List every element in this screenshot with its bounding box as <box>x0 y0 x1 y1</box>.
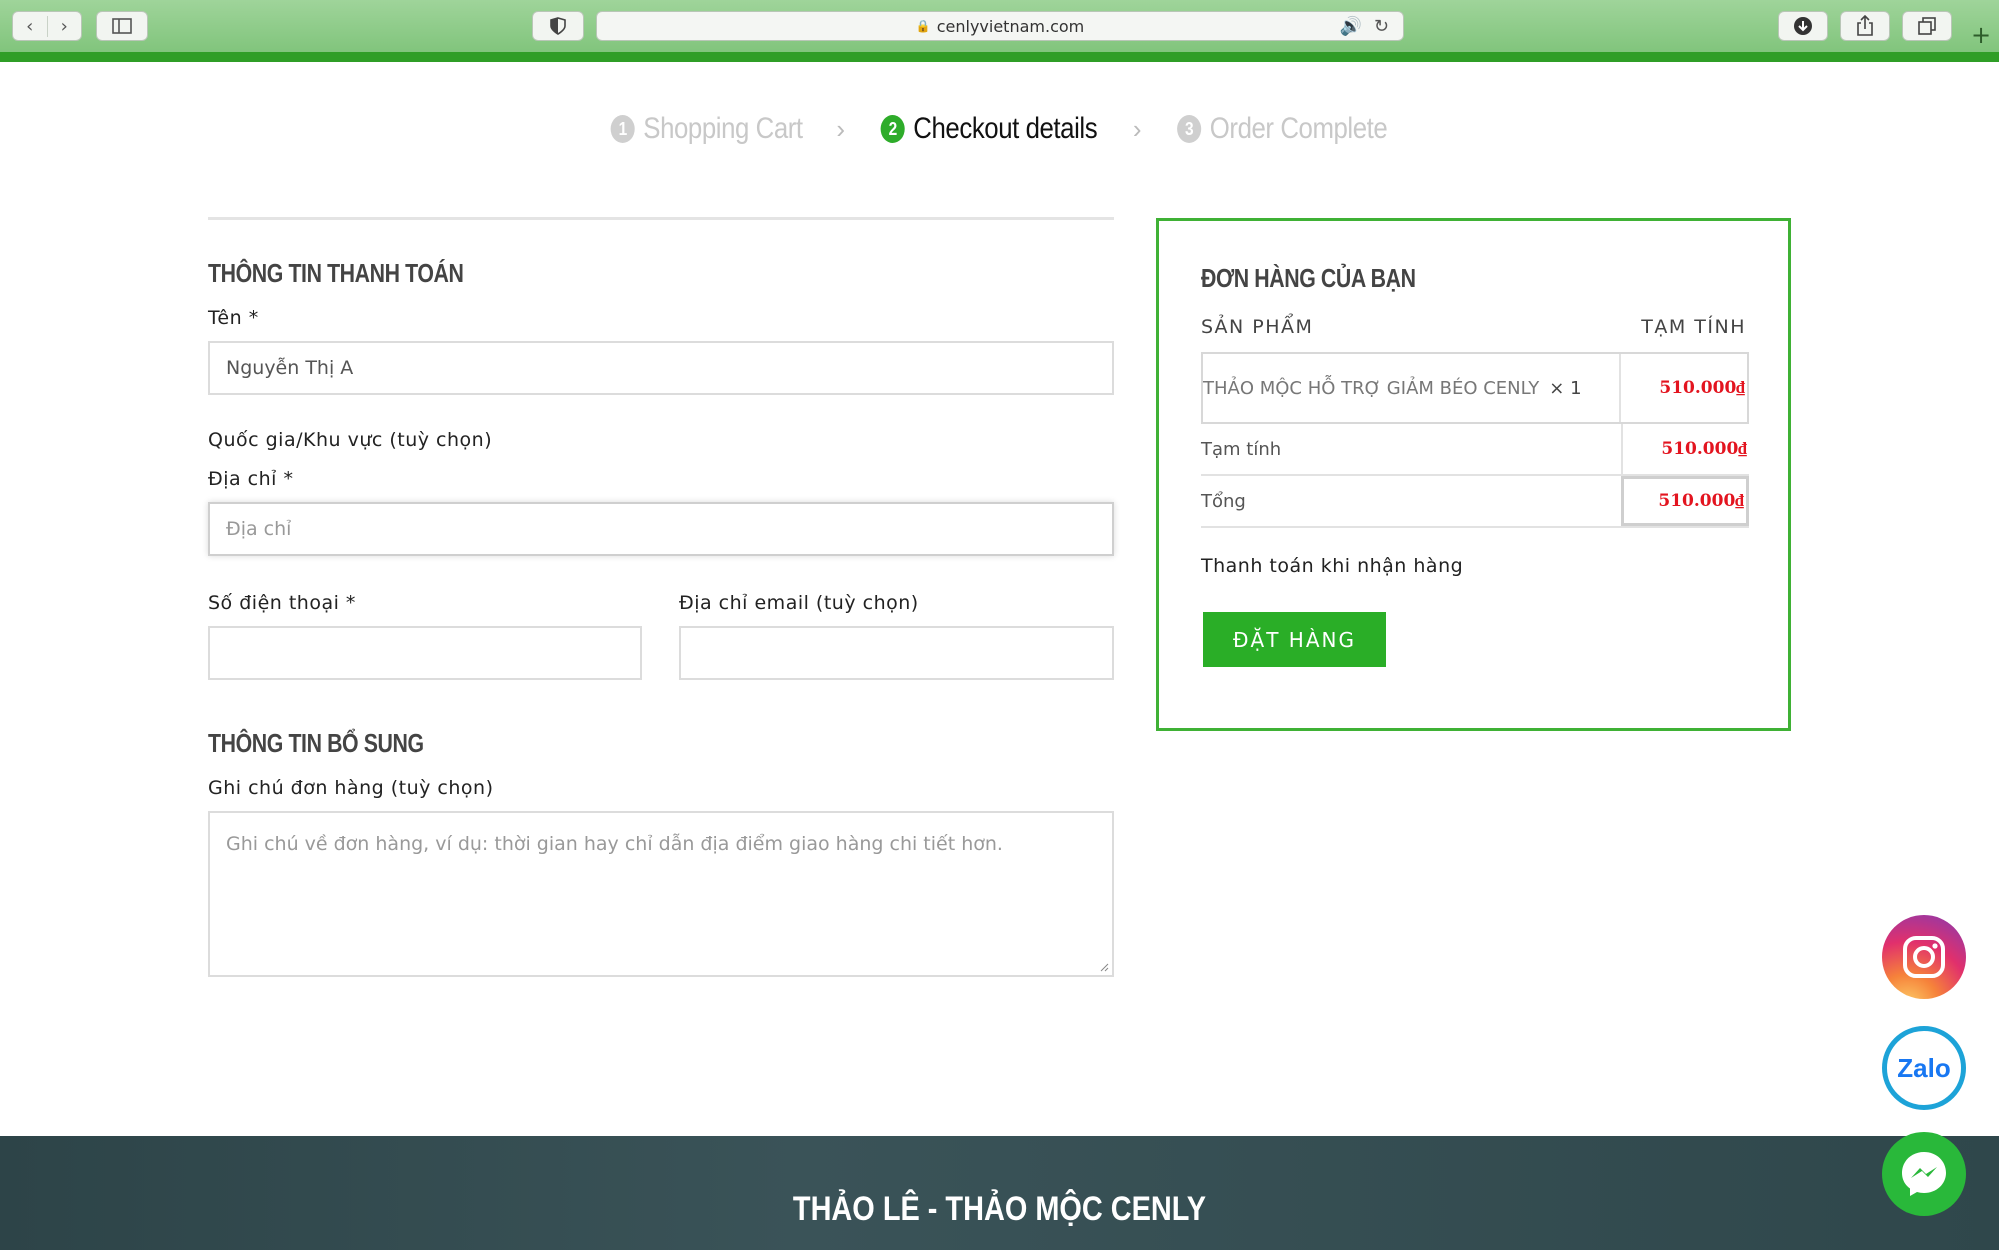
instagram-icon <box>1903 936 1945 978</box>
site-header-strip <box>0 52 1999 62</box>
step-shopping-cart[interactable]: 1 Shopping Cart <box>610 112 803 146</box>
item-qty: × 1 <box>1549 377 1582 399</box>
speaker-icon[interactable]: 🔊 <box>1339 16 1361 37</box>
total-row: Tổng 510.000₫ <box>1201 476 1749 528</box>
new-tab-plus-icon[interactable]: + <box>1966 20 1996 50</box>
zalo-icon: Zalo <box>1897 1052 1951 1083</box>
order-table: THẢO MỘC HỖ TRỢ GIẢM BÉO CENLY × 1 510.0… <box>1201 352 1749 528</box>
country-label: Quốc gia/Khu vực (tuỳ chọn) <box>208 429 493 451</box>
back-icon[interactable]: ‹ <box>13 15 48 37</box>
address-field[interactable]: Địa chỉ <box>208 502 1114 556</box>
email-field[interactable] <box>679 626 1114 680</box>
url-text: cenlyvietnam.com <box>936 16 1085 36</box>
reload-icon[interactable]: ↻ <box>1374 16 1389 37</box>
step-number: 3 <box>1176 115 1201 143</box>
step-label: Order Complete <box>1209 112 1387 145</box>
share-button[interactable] <box>1840 11 1890 41</box>
phone-label: Số điện thoại * <box>208 592 356 614</box>
sidebar-icon <box>112 18 132 34</box>
step-order-complete: 3 Order Complete <box>1176 112 1387 146</box>
address-bar[interactable]: 🔒 cenlyvietnam.com 🔊 ↻ <box>596 11 1404 41</box>
subtotal-row: Tạm tính 510.000₫ <box>1201 424 1749 476</box>
name-field[interactable]: Nguyễn Thị A <box>208 341 1114 395</box>
download-icon <box>1794 17 1812 35</box>
subtotal-value: 510.000₫ <box>1621 424 1749 474</box>
billing-title: THÔNG TIN THANH TOÁN <box>208 258 464 288</box>
col-subtotal-header: TẠM TÍNH <box>1641 316 1746 338</box>
total-value: 510.000₫ <box>1621 476 1749 526</box>
payment-method-label: Thanh toán khi nhận hàng <box>1201 555 1464 577</box>
shield-icon <box>550 17 566 35</box>
subtotal-label: Tạm tính <box>1201 438 1282 460</box>
email-group: Địa chỉ email (tuỳ chọn) <box>679 592 1114 680</box>
billing-form: THÔNG TIN THANH TOÁN Tên * Nguyễn Thị A … <box>208 217 1114 977</box>
additional-title: THÔNG TIN BỔ SUNG <box>208 728 424 758</box>
messenger-button[interactable] <box>1882 1132 1966 1216</box>
notes-placeholder: Ghi chú về đơn hàng, ví dụ: thời gian ha… <box>226 833 1003 855</box>
col-product-header: SẢN PHẨM <box>1201 316 1314 338</box>
messenger-icon <box>1902 1152 1946 1196</box>
lock-icon: 🔒 <box>915 19 931 33</box>
share-icon <box>1857 15 1873 36</box>
notes-label: Ghi chú đơn hàng (tuỳ chọn) <box>208 777 494 799</box>
order-notes-textarea[interactable]: Ghi chú về đơn hàng, ví dụ: thời gian ha… <box>208 811 1114 977</box>
name-label: Tên * <box>208 307 259 329</box>
order-item-row: THẢO MỘC HỖ TRỢ GIẢM BÉO CENLY × 1 510.0… <box>1201 352 1749 424</box>
instagram-button[interactable] <box>1882 915 1966 999</box>
order-summary-box: ĐƠN HÀNG CỦA BẠN SẢN PHẨM TẠM TÍNH THẢO … <box>1156 218 1791 731</box>
address-label: Địa chỉ * <box>208 468 294 490</box>
step-number: 2 <box>880 115 905 143</box>
chevron-right-icon: › <box>1132 113 1142 144</box>
downloads-button[interactable] <box>1778 11 1828 41</box>
total-label: Tổng <box>1201 490 1246 512</box>
privacy-report-button[interactable] <box>532 11 584 41</box>
sidebar-toggle-button[interactable] <box>96 11 148 41</box>
order-title: ĐƠN HÀNG CỦA BẠN <box>1201 263 1416 293</box>
item-name: THẢO MỘC HỖ TRỢ GIẢM BÉO CENLY <box>1203 377 1540 399</box>
item-price: 510.000₫ <box>1619 354 1747 422</box>
zalo-button[interactable]: Zalo <box>1882 1026 1966 1110</box>
forward-icon[interactable]: › <box>48 16 82 37</box>
place-order-button[interactable]: ĐẶT HÀNG <box>1203 612 1386 667</box>
step-checkout-details[interactable]: 2 Checkout details <box>880 112 1098 146</box>
checkout-steps: 1 Shopping Cart › 2 Checkout details › 3… <box>0 112 1999 146</box>
contact-row: Số điện thoại * Địa chỉ email (tuỳ chọn) <box>208 592 1114 680</box>
phone-field[interactable] <box>208 626 642 680</box>
step-label: Checkout details <box>913 112 1098 145</box>
footer-title: THẢO LÊ - THẢO MỘC CENLY <box>792 1190 1207 1228</box>
site-footer: THẢO LÊ - THẢO MỘC CENLY <box>0 1136 1999 1250</box>
order-item-cell: THẢO MỘC HỖ TRỢ GIẢM BÉO CENLY × 1 <box>1203 354 1619 422</box>
nav-buttons: ‹ › <box>12 11 82 41</box>
tabs-icon <box>1918 17 1936 35</box>
chevron-right-icon: › <box>836 113 846 144</box>
divider <box>208 217 1114 220</box>
step-label: Shopping Cart <box>643 112 803 145</box>
tab-overview-button[interactable] <box>1902 11 1952 41</box>
step-number: 1 <box>610 115 635 143</box>
phone-group: Số điện thoại * <box>208 592 642 680</box>
email-label: Địa chỉ email (tuỳ chọn) <box>679 592 919 614</box>
resize-handle-icon[interactable] <box>1099 962 1109 972</box>
